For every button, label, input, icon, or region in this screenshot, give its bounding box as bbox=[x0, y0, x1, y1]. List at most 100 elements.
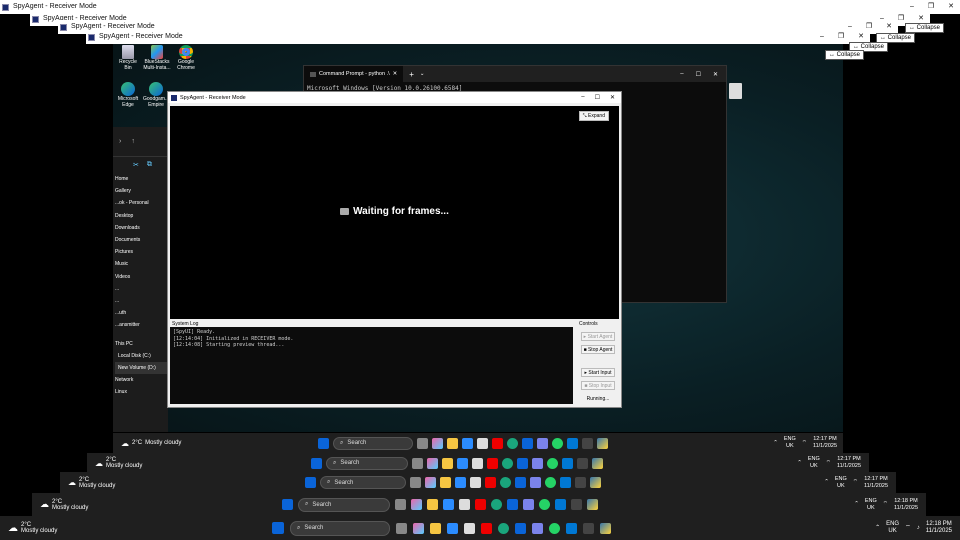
collapse-button[interactable]: ↔ Collapse bbox=[905, 23, 945, 33]
nav-item-this-pc[interactable]: This PC bbox=[115, 338, 168, 350]
copilot-icon[interactable] bbox=[411, 499, 422, 510]
store-icon[interactable] bbox=[447, 522, 458, 534]
task-view-icon[interactable] bbox=[395, 499, 406, 510]
santander-icon[interactable] bbox=[487, 457, 498, 469]
folder-icon[interactable] bbox=[447, 437, 458, 449]
whatsapp-icon[interactable] bbox=[552, 437, 563, 449]
language-indicator[interactable]: ENG UK bbox=[865, 498, 877, 512]
search-box[interactable]: ⌕ Search bbox=[320, 476, 406, 489]
copilot-icon[interactable] bbox=[425, 477, 436, 488]
nav-item-local-disk[interactable]: Local Disk (C:) bbox=[115, 350, 168, 362]
vscode-icon[interactable] bbox=[562, 457, 573, 469]
desktop-file-icon[interactable] bbox=[729, 83, 742, 99]
weather-widget[interactable]: ☁ 2°C Mostly cloudy bbox=[60, 477, 305, 489]
chevron-up-icon[interactable]: ⌃ bbox=[854, 501, 859, 508]
nav-item-folder[interactable]: ...uth bbox=[115, 307, 168, 319]
copy-icon[interactable]: ⧉ bbox=[147, 161, 152, 169]
chevron-up-icon[interactable]: ⌃ bbox=[773, 440, 778, 447]
language-indicator[interactable]: ENG UK bbox=[835, 476, 847, 490]
cut-icon[interactable]: ✂ bbox=[133, 161, 139, 169]
teams-icon[interactable] bbox=[537, 437, 548, 449]
santander-icon[interactable] bbox=[481, 522, 492, 534]
nav-item-linux[interactable]: Linux bbox=[115, 386, 168, 398]
close-icon[interactable]: ✕ bbox=[713, 71, 718, 78]
nav-item-music[interactable]: Music bbox=[115, 258, 168, 270]
clock[interactable]: 12:17 PM 11/1/2025 bbox=[864, 476, 888, 490]
nav-item-home[interactable]: Home bbox=[115, 173, 168, 185]
store-icon[interactable] bbox=[455, 477, 466, 488]
close-icon[interactable]: ✕ bbox=[610, 94, 615, 101]
wifi-icon[interactable]: ⌔ bbox=[826, 460, 831, 467]
santander-icon[interactable] bbox=[475, 499, 486, 510]
wifi-icon[interactable]: ⌔ bbox=[883, 501, 888, 508]
volume-icon[interactable]: ♪ bbox=[917, 525, 920, 532]
store-icon[interactable] bbox=[462, 437, 473, 449]
search-box[interactable]: ⌕ Search bbox=[298, 497, 390, 512]
nav-item-documents[interactable]: Documents bbox=[115, 234, 168, 246]
edge-icon[interactable] bbox=[500, 477, 511, 488]
collapse-button[interactable]: ↔ Collapse bbox=[825, 50, 865, 60]
terminal-icon[interactable] bbox=[583, 522, 594, 534]
nav-item-network[interactable]: Network bbox=[115, 374, 168, 386]
title-bar-4[interactable]: SpyAgent - Receiver Mode – ❐ ✕ bbox=[86, 30, 870, 44]
santander-icon[interactable] bbox=[485, 477, 496, 488]
desktop-icon-edge[interactable]: Microsoft Edge bbox=[116, 82, 140, 108]
language-indicator[interactable]: ENG UK bbox=[784, 436, 796, 450]
whatsapp-icon[interactable] bbox=[539, 499, 550, 510]
maximize-icon[interactable]: ❐ bbox=[898, 12, 904, 26]
python-icon[interactable] bbox=[600, 522, 611, 534]
folder-icon[interactable] bbox=[442, 457, 453, 469]
terminal-icon[interactable] bbox=[575, 477, 586, 488]
minimize-icon[interactable]: – bbox=[680, 71, 683, 78]
chevron-up-icon[interactable]: ⌃ bbox=[875, 525, 880, 532]
nav-item-desktop[interactable]: Desktop bbox=[115, 210, 168, 222]
minimize-icon[interactable]: – bbox=[581, 94, 584, 101]
outlook-icon[interactable] bbox=[515, 477, 526, 488]
teams-icon[interactable] bbox=[523, 499, 534, 510]
nav-item-pictures[interactable]: Pictures bbox=[115, 246, 168, 258]
terminal-icon[interactable] bbox=[577, 457, 588, 469]
search-box[interactable]: ⌕ Search bbox=[290, 520, 390, 536]
edge-icon[interactable] bbox=[502, 457, 513, 469]
wifi-icon[interactable]: ⌔ bbox=[905, 525, 911, 532]
copilot-icon[interactable] bbox=[413, 522, 424, 534]
weather-widget[interactable]: ☁ 2°C Mostly cloudy bbox=[32, 499, 282, 511]
task-view-icon[interactable] bbox=[412, 457, 423, 469]
folder-icon[interactable] bbox=[427, 499, 438, 510]
folder-icon[interactable] bbox=[430, 522, 441, 534]
wifi-icon[interactable]: ⌔ bbox=[802, 440, 807, 447]
maximize-icon[interactable]: ☐ bbox=[696, 71, 701, 78]
desktop-icon-bluestacks[interactable]: BlueStacks Multi-Insta... bbox=[143, 45, 171, 71]
terminal-icon[interactable] bbox=[582, 437, 593, 449]
weather-widget[interactable]: ☁ 2°C Mostly cloudy bbox=[87, 457, 311, 469]
folder-icon[interactable] bbox=[440, 477, 451, 488]
close-tab-icon[interactable]: ✕ bbox=[393, 71, 398, 77]
search-box[interactable]: ⌕ Search bbox=[326, 456, 408, 470]
clock[interactable]: 12:17 PM 11/1/2025 bbox=[813, 436, 837, 450]
clock[interactable]: 12:17 PM 11/1/2025 bbox=[837, 456, 861, 470]
task-view-icon[interactable] bbox=[417, 437, 428, 449]
outlook-icon[interactable] bbox=[515, 522, 526, 534]
minimize-icon[interactable]: – bbox=[820, 30, 824, 44]
edge-icon[interactable] bbox=[498, 522, 509, 534]
outlook-icon[interactable] bbox=[522, 437, 533, 449]
expand-button[interactable]: ⤡ Expand bbox=[578, 111, 609, 121]
store-icon[interactable] bbox=[457, 457, 468, 469]
nav-item-folder[interactable]: ... bbox=[115, 295, 168, 307]
stop-input-button[interactable]: ■ Stop Input bbox=[581, 381, 615, 390]
task-view-icon[interactable] bbox=[410, 477, 421, 488]
start-icon[interactable] bbox=[282, 499, 293, 510]
weather-widget[interactable]: ☁ 2°C Mostly cloudy bbox=[113, 439, 318, 448]
receiver-titlebar[interactable]: SpyAgent - Receiver Mode – ☐ ✕ bbox=[168, 92, 621, 103]
receiver-window[interactable]: SpyAgent - Receiver Mode – ☐ ✕ ⤡ Expand Wa… bbox=[167, 91, 622, 408]
language-indicator[interactable]: ENG UK bbox=[808, 456, 820, 470]
nav-item-videos[interactable]: Videos bbox=[115, 271, 168, 283]
vscode-icon[interactable] bbox=[566, 522, 577, 534]
start-icon[interactable] bbox=[305, 477, 316, 488]
outlook-icon[interactable] bbox=[507, 499, 518, 510]
teams-icon[interactable] bbox=[530, 477, 541, 488]
up-arrow-icon[interactable]: ↑ bbox=[131, 138, 135, 145]
outlook-icon[interactable] bbox=[517, 457, 528, 469]
app-icon[interactable] bbox=[477, 437, 488, 449]
start-input-button[interactable]: ▸ Start Input bbox=[581, 368, 615, 377]
